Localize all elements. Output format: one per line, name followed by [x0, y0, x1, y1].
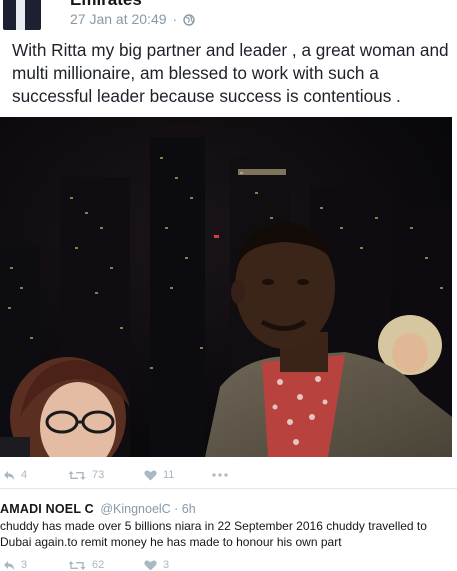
retweet-count: 73 — [92, 469, 105, 481]
retweet-action[interactable]: 73 — [68, 469, 104, 481]
post-text: With Ritta my big partner and leader , a… — [12, 40, 449, 106]
globe-icon — [183, 13, 195, 26]
retweet-icon — [68, 560, 86, 571]
reply-author-handle[interactable]: @KingnoelC · 6h — [100, 502, 195, 516]
author-name[interactable]: Emirates — [70, 0, 142, 10]
avatar[interactable] — [3, 0, 41, 30]
reply-count: 4 — [21, 469, 28, 481]
reply-icon — [3, 560, 15, 571]
more-icon — [212, 473, 228, 477]
like-count: 11 — [163, 469, 175, 481]
more-action[interactable] — [212, 473, 228, 477]
reply-header: AMADI NOEL C @KingnoelC · 6h — [0, 502, 196, 516]
post-header: Emirates 27 Jan at 20:49 · — [0, 0, 457, 34]
reply-like-action[interactable]: 3 — [144, 559, 169, 571]
reply-author-name[interactable]: AMADI NOEL C — [0, 502, 94, 516]
divider — [0, 488, 457, 489]
reply-text: chuddy has made over 5 billions niara in… — [0, 519, 427, 549]
post-meta: 27 Jan at 20:49 · — [70, 11, 195, 27]
reply-retweet-action[interactable]: 62 — [68, 559, 104, 571]
reply-action[interactable]: 4 — [3, 469, 27, 481]
like-action[interactable]: 11 — [144, 469, 174, 481]
heart-icon — [144, 560, 157, 571]
reply-actions: 3 62 3 — [0, 559, 457, 571]
retweet-icon — [68, 470, 86, 481]
meta-separator: · — [172, 11, 178, 27]
reply-icon — [3, 470, 15, 481]
post-timestamp[interactable]: 27 Jan at 20:49 — [70, 11, 167, 27]
heart-icon — [144, 470, 157, 481]
post-photo[interactable] — [0, 117, 452, 457]
reply-like-count: 3 — [163, 559, 170, 571]
tweet-actions: 4 73 11 — [0, 463, 457, 487]
reply-reply-count: 3 — [21, 559, 28, 571]
reply-reply-action[interactable]: 3 — [3, 559, 27, 571]
reply-retweet-count: 62 — [92, 559, 105, 571]
